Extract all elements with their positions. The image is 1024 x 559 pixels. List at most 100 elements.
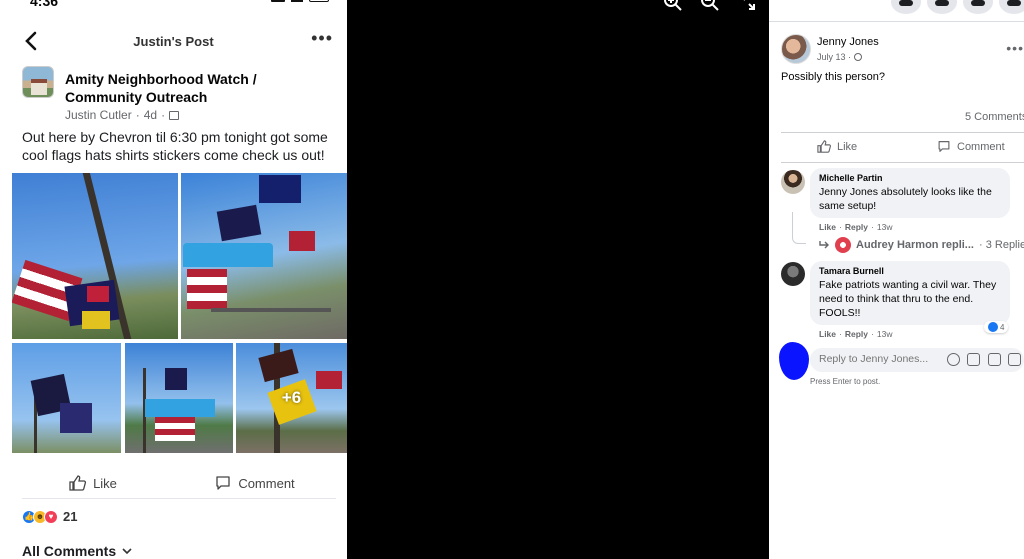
comment-count[interactable]: 5 Comments [965, 111, 1024, 123]
more-photos-count[interactable]: +6 [236, 343, 347, 453]
battery-icon [309, 0, 329, 2]
press-enter-hint: Press Enter to post. [810, 377, 881, 386]
post-date: July 13 · [817, 52, 863, 62]
comment-label: Comment [957, 140, 1005, 153]
audience-icon [169, 110, 180, 120]
gif-icon[interactable] [988, 353, 1001, 366]
comment-like-link[interactable]: Like [819, 222, 836, 232]
avatar[interactable] [781, 262, 805, 286]
page-title: Justin's Post [133, 34, 214, 49]
thumbs-up-icon [69, 475, 87, 491]
globe-icon [854, 53, 863, 61]
status-time: 4:36 [30, 0, 59, 9]
group-name[interactable]: Amity Neighborhood Watch / Community Out… [65, 70, 335, 106]
notifications-icon[interactable] [963, 0, 993, 14]
comment-label: Comment [238, 475, 295, 491]
love-reaction-icon: ♥ [44, 509, 58, 524]
comment-time[interactable]: 13w [877, 222, 893, 232]
wifi-icon [291, 0, 303, 2]
post-meta: Justin Cutler · 4d · [65, 108, 180, 122]
comment-icon [216, 476, 230, 490]
reply-input[interactable] [819, 353, 939, 365]
divider [781, 132, 1024, 133]
camera-icon[interactable] [967, 353, 980, 366]
meta-separator: · [871, 222, 874, 232]
comment-meta: Like · Reply · 13w [819, 222, 892, 232]
reply-author: Audrey Harmon repli... [856, 239, 974, 251]
reaction-summary[interactable]: 👍 ☻ ♥ 21 [22, 509, 77, 524]
comment-reply-link[interactable]: Reply [845, 329, 868, 339]
comment-time[interactable]: 13w [877, 329, 893, 339]
zoom-out-icon[interactable] [700, 0, 720, 12]
signal-icon [271, 0, 285, 2]
like-button[interactable]: Like [817, 140, 857, 153]
account-icon[interactable] [999, 0, 1024, 14]
mention-link[interactable]: Jenny Jones [819, 186, 878, 198]
more-options-button[interactable]: ••• [311, 28, 333, 49]
reply-composer [810, 348, 1024, 372]
comment-button[interactable]: Comment [937, 140, 1005, 153]
comments-filter-dropdown[interactable]: All Comments [22, 543, 132, 559]
avatar [835, 237, 851, 253]
comment-author[interactable]: Tamara Burnell [819, 266, 1001, 276]
comment-text: Jenny Jones absolutely looks like the sa… [819, 185, 1001, 213]
comments-filter-label: All Comments [22, 543, 117, 559]
comments-panel: Jenny Jones July 13 · ••• Possibly this … [769, 0, 1024, 559]
reply-count: · 3 Replies [978, 239, 1024, 251]
comment-meta: Like · Reply · 13w [819, 329, 892, 339]
comment-reactions[interactable]: 4 [984, 321, 1009, 333]
meta-separator: · [161, 108, 166, 122]
post-photo[interactable] [181, 173, 347, 339]
post-photo[interactable] [125, 343, 233, 453]
nav-bar: Justin's Post ••• [0, 24, 347, 58]
fullscreen-icon[interactable] [737, 0, 757, 12]
post-author[interactable]: Justin Cutler [65, 108, 132, 122]
post-options-button[interactable]: ••• [1006, 40, 1024, 56]
zoom-in-icon[interactable] [663, 0, 683, 12]
comment-bubble: Tamara Burnell Fake patriots wanting a c… [810, 261, 1010, 325]
comment-like-link[interactable]: Like [819, 329, 836, 339]
like-reaction-icon [988, 322, 998, 332]
avatar[interactable] [781, 34, 811, 64]
meta-separator: · [135, 108, 140, 122]
comment-like-count: 4 [1000, 322, 1005, 332]
divider [781, 162, 1024, 163]
comment-icon [938, 141, 950, 152]
comment-author[interactable]: Michelle Partin [819, 173, 1001, 183]
post-photo[interactable] [12, 173, 178, 339]
comment-button[interactable]: Comment [174, 468, 336, 498]
menu-icon[interactable] [891, 0, 921, 14]
thread-line [792, 212, 806, 244]
post-author-name[interactable]: Jenny Jones [817, 36, 879, 48]
meta-separator: · [871, 329, 874, 339]
comment-reply-link[interactable]: Reply [845, 222, 868, 232]
divider [22, 498, 336, 499]
group-avatar[interactable] [22, 66, 54, 98]
post-photo-more[interactable]: +6 [236, 343, 347, 453]
like-label: Like [837, 140, 858, 153]
comment-bubble: Michelle Partin Jenny Jones absolutely l… [810, 168, 1010, 218]
avatar[interactable] [781, 170, 805, 194]
mobile-post-view: 4:36 Justin's Post ••• Amity Neighborhoo… [0, 0, 347, 559]
thumbs-up-icon [817, 140, 831, 153]
meta-separator: · [839, 222, 842, 232]
emoji-icon[interactable] [947, 353, 960, 366]
post-text: Possibly this person? [781, 71, 885, 83]
chevron-down-icon [122, 547, 132, 554]
comment-body: Fake patriots wanting a civil war. They … [819, 279, 997, 319]
view-replies-link[interactable]: Audrey Harmon repli... · 3 Replies [819, 237, 1024, 253]
post-time[interactable]: 4d [144, 108, 157, 122]
reaction-count: 21 [63, 509, 78, 524]
sticker-icon[interactable] [1008, 353, 1021, 366]
post-actions: Like Comment [12, 468, 336, 498]
panel-top-bar [769, 0, 1024, 22]
post-date-text[interactable]: July 13 · [817, 52, 851, 62]
redacted-avatar [779, 342, 809, 380]
status-icons [271, 0, 329, 2]
post-photo[interactable] [12, 343, 121, 453]
like-label: Like [93, 475, 117, 491]
meta-separator: · [839, 329, 842, 339]
reply-arrow-icon [819, 241, 829, 249]
like-button[interactable]: Like [12, 468, 174, 498]
messenger-icon[interactable] [927, 0, 957, 14]
